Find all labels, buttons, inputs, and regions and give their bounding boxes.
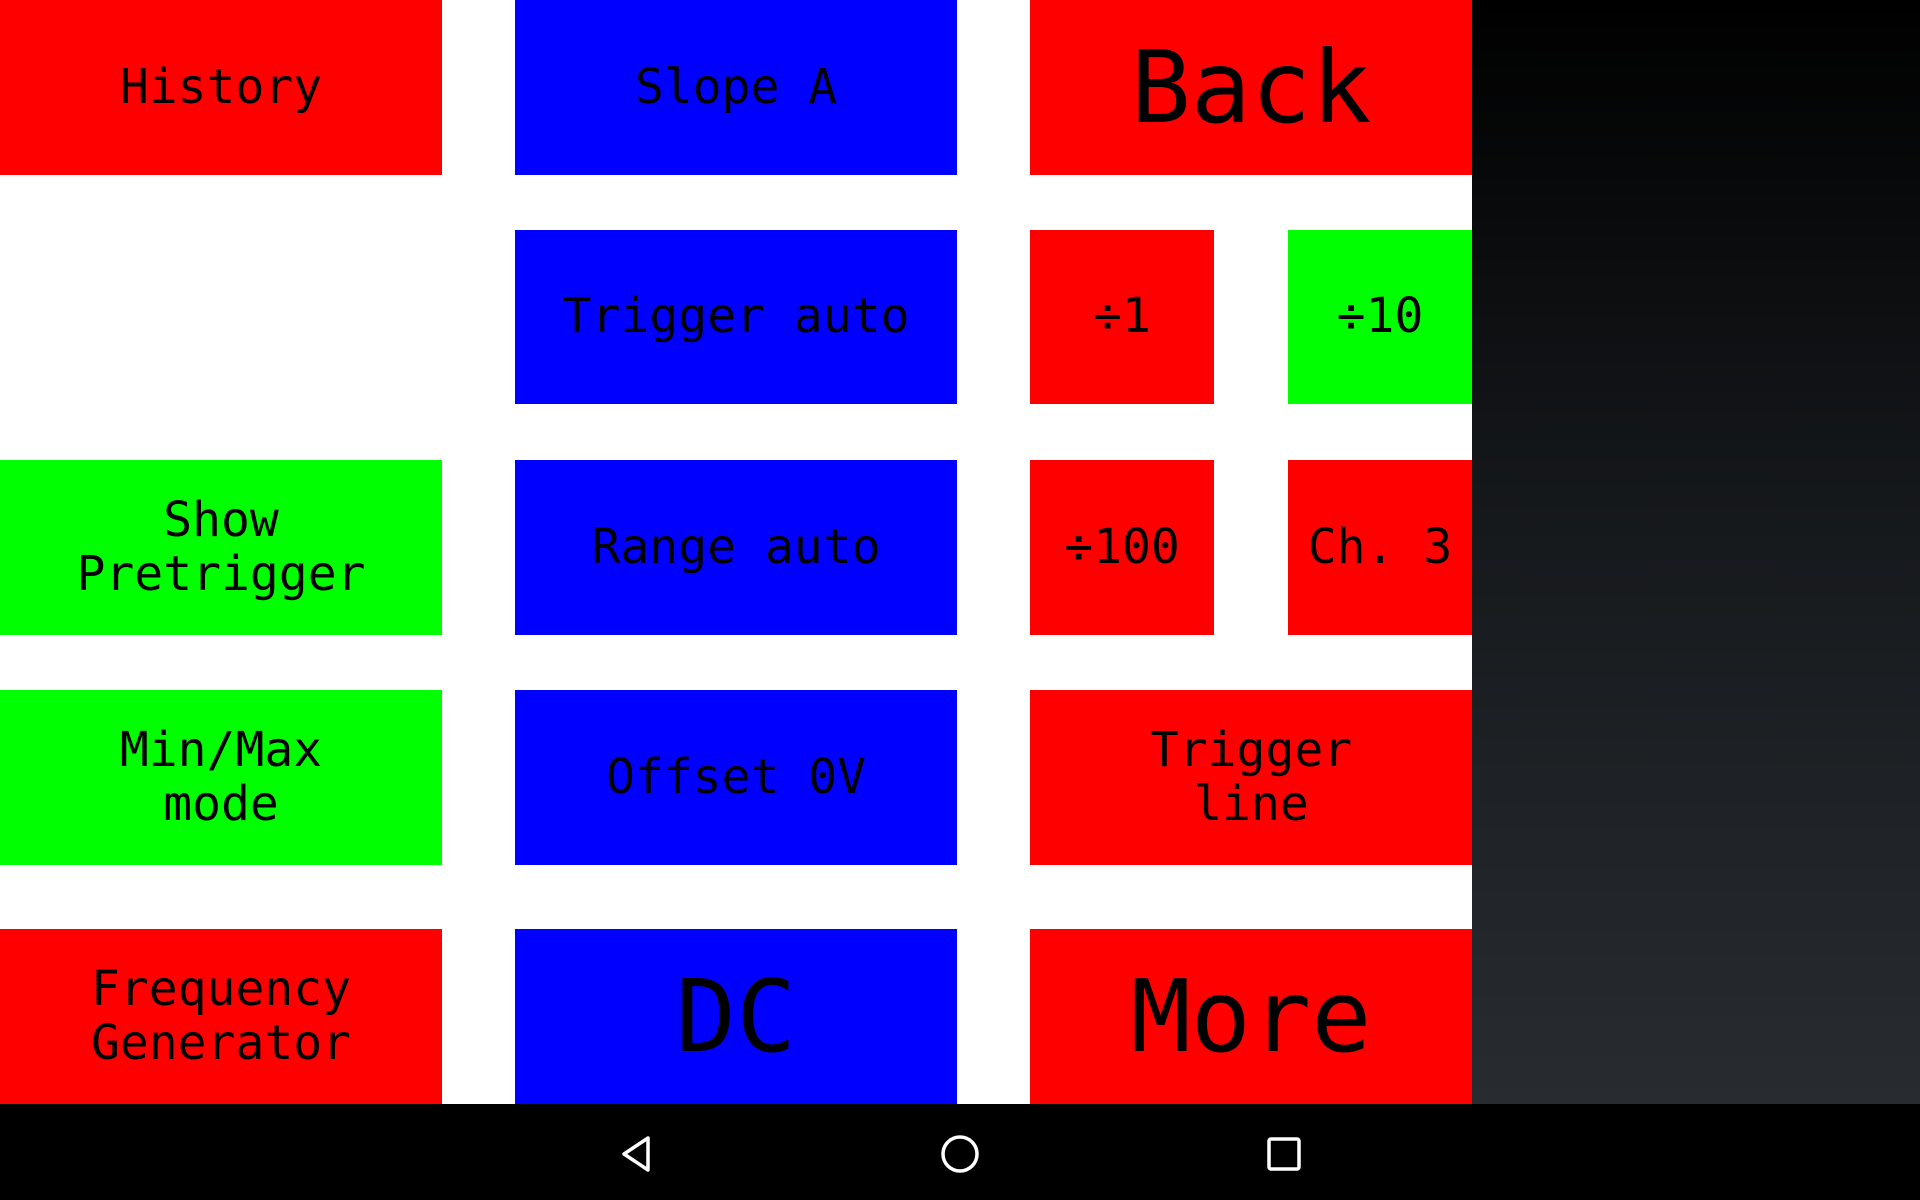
system-navigation-bar [0, 1104, 1920, 1200]
nav-home-button[interactable] [928, 1122, 992, 1186]
circle-home-icon [941, 1135, 979, 1173]
slope-button[interactable]: Slope A [515, 0, 957, 175]
range-auto-button[interactable]: Range auto [515, 460, 957, 635]
trigger-line-button[interactable]: Trigger line [1030, 690, 1472, 865]
history-button[interactable]: History [0, 0, 442, 175]
nav-back-button[interactable] [604, 1122, 668, 1186]
triangle-back-icon [622, 1136, 650, 1172]
minmax-mode-button[interactable]: Min/Max mode [0, 690, 442, 865]
oscilloscope-control-grid: History Slope A Back Trigger auto ÷1 ÷10… [0, 0, 1472, 1104]
more-button[interactable]: More [1030, 929, 1472, 1104]
show-pretrigger-button[interactable]: Show Pretrigger [0, 460, 442, 635]
frequency-generator-button[interactable]: Frequency Generator [0, 929, 442, 1104]
trigger-auto-button[interactable]: Trigger auto [515, 230, 957, 404]
coupling-button[interactable]: DC [515, 929, 957, 1104]
square-recents-icon [1267, 1137, 1301, 1171]
back-button[interactable]: Back [1030, 0, 1472, 175]
divide-by-1-button[interactable]: ÷1 [1030, 230, 1214, 404]
channel-select-button[interactable]: Ch. 3 [1288, 460, 1472, 635]
offset-button[interactable]: Offset 0V [515, 690, 957, 865]
divide-by-100-button[interactable]: ÷100 [1030, 460, 1214, 635]
side-panel-background [1472, 0, 1920, 1104]
divide-by-10-button[interactable]: ÷10 [1288, 230, 1472, 404]
nav-recents-button[interactable] [1252, 1122, 1316, 1186]
